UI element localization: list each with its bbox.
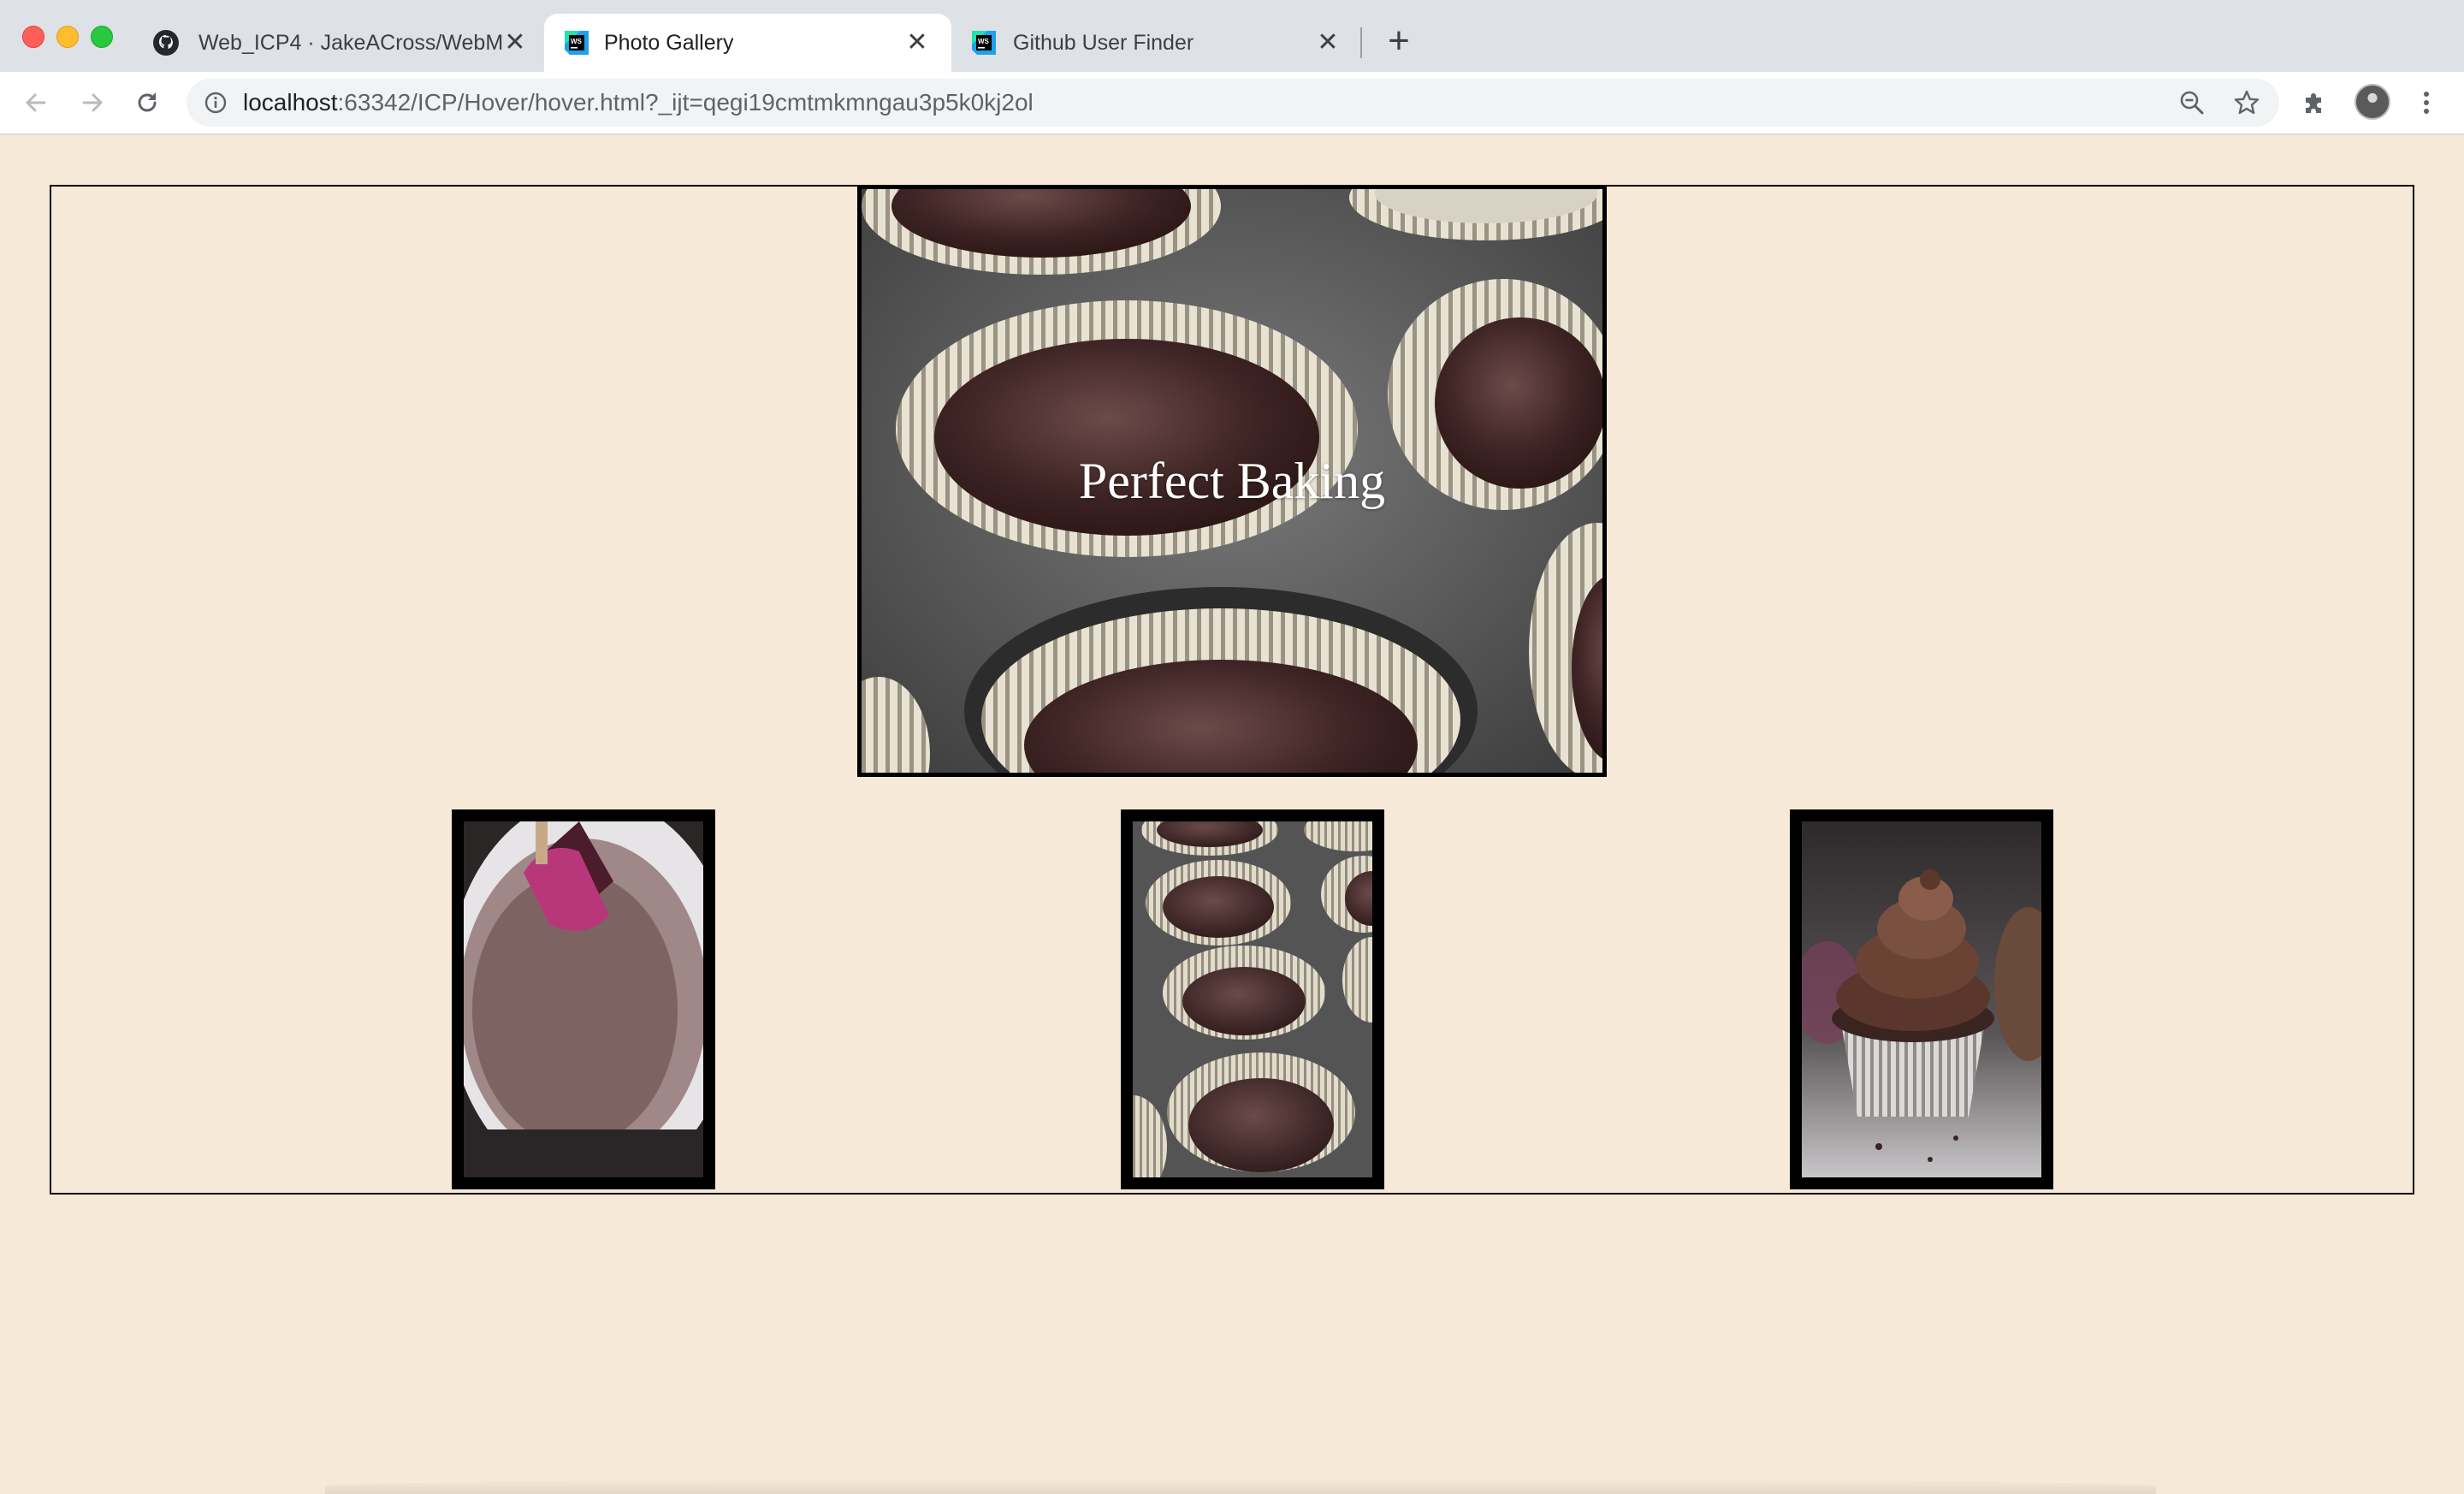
- zoom-out-icon[interactable]: [2178, 89, 2206, 116]
- window-close-button[interactable]: [22, 26, 44, 48]
- tab-close-icon[interactable]: ✕: [1314, 29, 1342, 56]
- tab-github-user-finder[interactable]: WS Github User Finder ✕: [951, 14, 1359, 72]
- page-bottom-shadow: [325, 1479, 2156, 1494]
- site-info-icon[interactable]: [204, 91, 228, 115]
- tab-close-icon[interactable]: ✕: [501, 29, 529, 56]
- bookmark-star-icon[interactable]: [2233, 89, 2260, 116]
- cupcake-tin-small-photo: [1133, 821, 1372, 1177]
- extensions-puzzle-icon[interactable]: [2298, 86, 2332, 120]
- url-text: localhost:63342/ICP/Hover/hover.html?_ij…: [243, 89, 1034, 116]
- tab-photo-gallery[interactable]: WS Photo Gallery ✕: [544, 14, 951, 72]
- url-host: localhost: [243, 89, 338, 116]
- thumbnail-batter-bowl[interactable]: [452, 809, 715, 1189]
- back-arrow-icon[interactable]: [19, 86, 53, 120]
- frosted-cupcake-photo: [1802, 821, 2041, 1177]
- window-maximize-button[interactable]: [91, 26, 113, 48]
- svg-text:WS: WS: [571, 38, 583, 45]
- profile-avatar[interactable]: [2354, 84, 2390, 120]
- forward-arrow-icon[interactable]: [75, 86, 110, 120]
- github-icon: [153, 30, 179, 56]
- reload-icon[interactable]: [130, 86, 164, 120]
- url-path: :63342/ICP/Hover/hover.html?_ijt=qegi19c…: [337, 89, 1034, 116]
- browser-toolbar: localhost:63342/ICP/Hover/hover.html?_ij…: [0, 72, 2464, 135]
- tab-close-icon[interactable]: ✕: [903, 29, 931, 56]
- webstorm-icon: WS: [565, 31, 589, 55]
- hero-caption: Perfect Baking: [1078, 452, 1386, 509]
- tab-github-repo[interactable]: Web_ICP4 · JakeACross/WebM ✕: [128, 14, 539, 72]
- thumbnail-frosted-cupcake[interactable]: [1790, 809, 2053, 1189]
- page-body: Perfect Baking: [0, 135, 2464, 1494]
- batter-bowl-photo: [464, 821, 703, 1177]
- hero-image: Perfect Baking: [857, 185, 1607, 777]
- more-menu-icon[interactable]: [2409, 86, 2443, 120]
- thumbnail-cupcake-tin[interactable]: [1121, 809, 1384, 1189]
- browser-tab-bar: Web_ICP4 · JakeACross/WebM ✕ WS Photo Ga…: [0, 0, 2464, 72]
- webstorm-icon: WS: [972, 31, 996, 55]
- tab-title: Web_ICP4 · JakeACross/WebM: [198, 31, 504, 55]
- tab-title: Github User Finder: [1013, 31, 1194, 55]
- svg-text:WS: WS: [978, 38, 990, 45]
- address-bar[interactable]: localhost:63342/ICP/Hover/hover.html?_ij…: [187, 79, 2279, 127]
- new-tab-button[interactable]: +: [1379, 22, 1419, 62]
- window-minimize-button[interactable]: [56, 26, 79, 48]
- tab-title: Photo Gallery: [604, 31, 734, 55]
- tab-separator: [1360, 27, 1362, 58]
